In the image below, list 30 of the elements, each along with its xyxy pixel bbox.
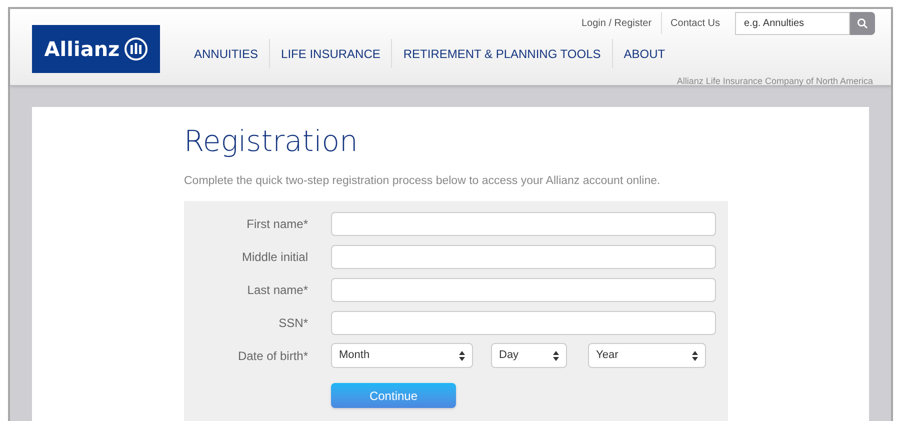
logo-text: Allianz: [44, 36, 120, 63]
field-label: Last name*: [246, 282, 308, 298]
nav-link[interactable]: ABOUT: [612, 39, 676, 68]
text-field[interactable]: [331, 212, 716, 236]
nav-link[interactable]: RETIREMENT & PLANNING TOOLS: [391, 39, 612, 68]
top-link[interactable]: Contact Us: [660, 12, 729, 34]
up-down-icon: [692, 350, 698, 360]
up-down-icon: [553, 350, 559, 360]
logo-icon: [124, 37, 148, 61]
nav-link[interactable]: LIFE INSURANCE: [269, 39, 392, 68]
text-field[interactable]: [331, 310, 716, 334]
dropdown[interactable]: Day: [491, 343, 567, 368]
company-tagline: Allianz Life Insurance Company of North America: [676, 75, 873, 88]
dropdown[interactable]: Year: [588, 343, 706, 368]
top-link[interactable]: Login / Register: [572, 12, 661, 34]
search-icon: [857, 18, 868, 29]
intro-text: Complete the quick two-step registration process below to access your Allianz account online.: [184, 174, 662, 189]
text-field[interactable]: [331, 244, 716, 268]
up-down-icon: [459, 350, 465, 360]
dropdown[interactable]: Month: [331, 343, 473, 368]
search-button[interactable]: [850, 12, 875, 35]
field-label: First name*: [246, 216, 308, 232]
text-field[interactable]: [331, 278, 716, 302]
logo[interactable]: Allianz: [32, 25, 160, 73]
nav-link[interactable]: ANNUITIES: [183, 39, 270, 68]
field-label: SSN*: [278, 314, 308, 332]
field-label: Date of birth*: [236, 348, 308, 364]
search-field[interactable]: e.g. Annulties: [735, 12, 850, 35]
page-heading: Registration: [184, 122, 359, 160]
field-label: Middle initial: [240, 248, 308, 266]
